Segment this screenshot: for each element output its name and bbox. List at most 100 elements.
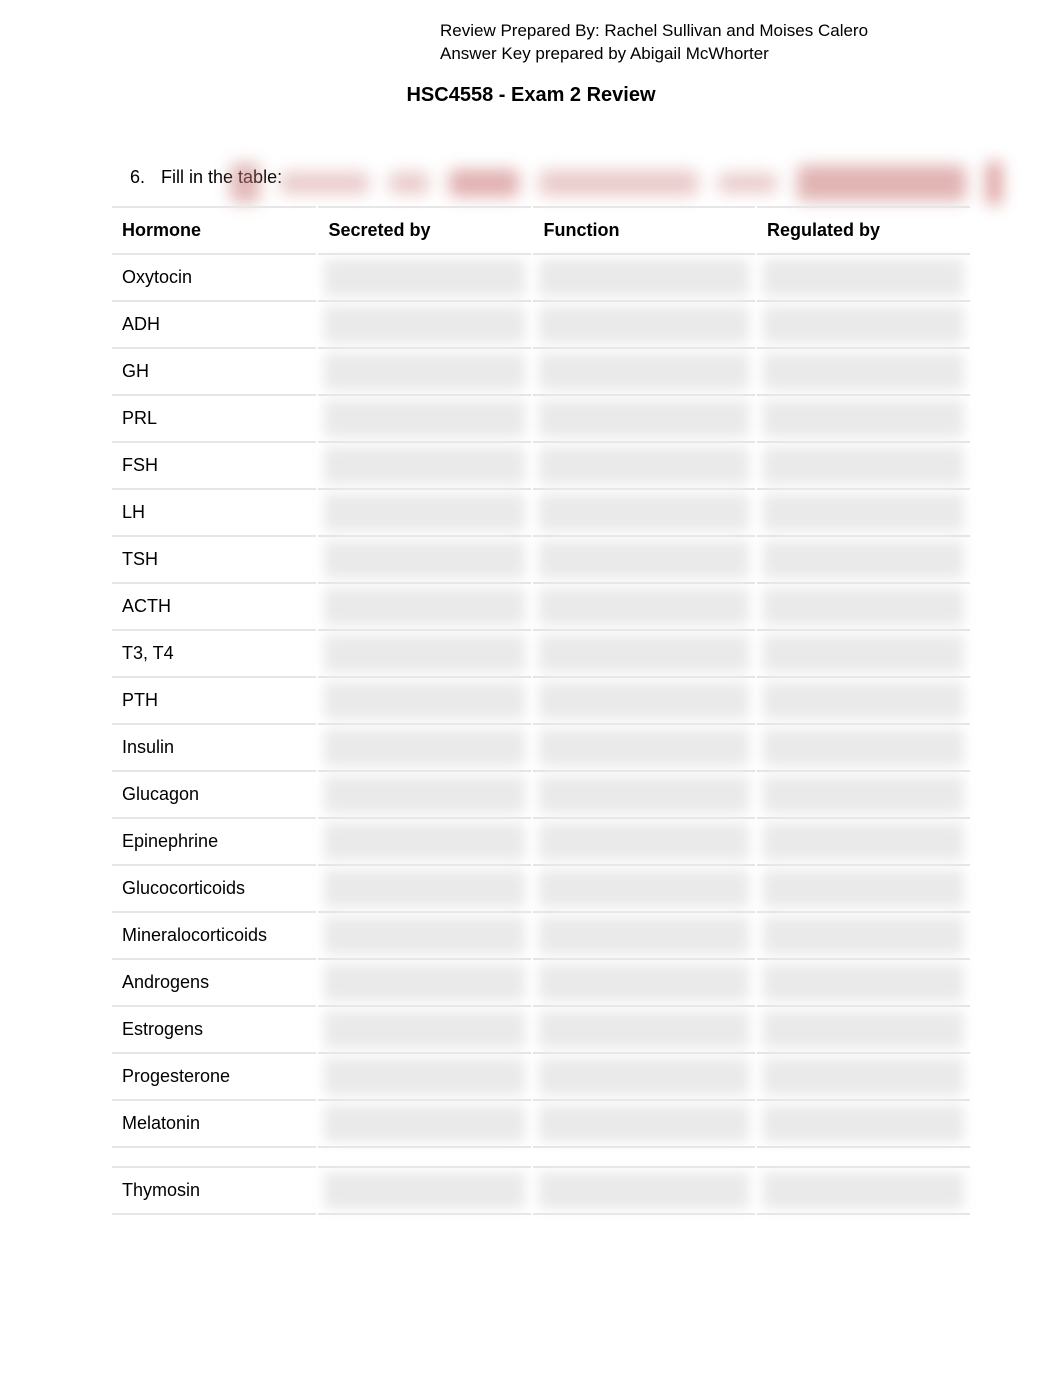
- question-number: 6.: [130, 167, 156, 188]
- hormone-cell: Melatonin: [112, 1101, 316, 1148]
- blurred-cell: [533, 255, 755, 302]
- blurred-cell: [757, 349, 970, 396]
- blurred-cell: [533, 537, 755, 584]
- hormone-cell: GH: [112, 349, 316, 396]
- blurred-cell: [533, 1101, 755, 1148]
- hormone-table: Hormone Secreted by Function Regulated b…: [110, 206, 972, 1215]
- blurred-cell: [757, 584, 970, 631]
- blurred-cell: [533, 349, 755, 396]
- col-regulated-by: Regulated by: [757, 206, 970, 255]
- blurred-cell: [757, 1007, 970, 1054]
- table-row: Mineralocorticoids: [112, 913, 970, 960]
- blurred-cell: [318, 725, 531, 772]
- table-row: T3, T4: [112, 631, 970, 678]
- table-row: Thymosin: [112, 1166, 970, 1215]
- blurred-cell: [757, 1101, 970, 1148]
- blurred-cell: [533, 819, 755, 866]
- blurred-cell: [533, 631, 755, 678]
- blurred-cell: [318, 396, 531, 443]
- hormone-table-wrap: Hormone Secreted by Function Regulated b…: [110, 206, 972, 1215]
- blurred-cell: [533, 1166, 755, 1215]
- table-row: LH: [112, 490, 970, 537]
- hormone-cell: Estrogens: [112, 1007, 316, 1054]
- table-row: PRL: [112, 396, 970, 443]
- table-row: Oxytocin: [112, 255, 970, 302]
- table-row: Androgens: [112, 960, 970, 1007]
- redacted-blob: [986, 161, 1002, 205]
- hormone-cell: ADH: [112, 302, 316, 349]
- hormone-cell: FSH: [112, 443, 316, 490]
- blurred-cell: [318, 678, 531, 725]
- blurred-cell: [318, 631, 531, 678]
- table-row: GH: [112, 349, 970, 396]
- col-secreted-by: Secreted by: [318, 206, 531, 255]
- blurred-cell: [318, 537, 531, 584]
- blurred-cell: [757, 819, 970, 866]
- blurred-cell: [757, 302, 970, 349]
- hormone-cell: Glucocorticoids: [112, 866, 316, 913]
- blurred-cell: [318, 913, 531, 960]
- question-text: Fill in the table:: [161, 167, 282, 187]
- table-row: Glucocorticoids: [112, 866, 970, 913]
- blurred-cell: [533, 396, 755, 443]
- hormone-cell: Progesterone: [112, 1054, 316, 1101]
- table-row: ACTH: [112, 584, 970, 631]
- blurred-cell: [533, 772, 755, 819]
- table-row: Epinephrine: [112, 819, 970, 866]
- blurred-cell: [533, 1007, 755, 1054]
- blurred-cell: [318, 1054, 531, 1101]
- blurred-cell: [533, 960, 755, 1007]
- blurred-cell: [533, 1054, 755, 1101]
- blurred-cell: [757, 678, 970, 725]
- blurred-cell: [757, 1166, 970, 1215]
- table-row: Estrogens: [112, 1007, 970, 1054]
- blurred-cell: [757, 725, 970, 772]
- blurred-cell: [533, 302, 755, 349]
- blurred-cell: [533, 443, 755, 490]
- blurred-cell: [757, 396, 970, 443]
- meta-line-2: Answer Key prepared by Abigail McWhorter: [440, 43, 982, 66]
- blurred-cell: [757, 537, 970, 584]
- hormone-cell: Glucagon: [112, 772, 316, 819]
- hormone-cell: LH: [112, 490, 316, 537]
- table-header-row: Hormone Secreted by Function Regulated b…: [112, 206, 970, 255]
- blurred-cell: [318, 772, 531, 819]
- hormone-cell: ACTH: [112, 584, 316, 631]
- table-row: FSH: [112, 443, 970, 490]
- table-row: ADH: [112, 302, 970, 349]
- blurred-cell: [318, 1166, 531, 1215]
- table-row: Insulin: [112, 725, 970, 772]
- hormone-cell: Thymosin: [112, 1166, 316, 1215]
- blurred-cell: [533, 866, 755, 913]
- table-row: TSH: [112, 537, 970, 584]
- blurred-cell: [318, 819, 531, 866]
- hormone-cell: TSH: [112, 537, 316, 584]
- table-row: Progesterone: [112, 1054, 970, 1101]
- blurred-cell: [318, 490, 531, 537]
- blurred-cell: [533, 584, 755, 631]
- blurred-cell: [318, 1007, 531, 1054]
- blurred-cell: [318, 584, 531, 631]
- hormone-cell: PRL: [112, 396, 316, 443]
- hormone-cell: PTH: [112, 678, 316, 725]
- question-6: 6. Fill in the table:: [130, 167, 982, 188]
- blurred-cell: [318, 960, 531, 1007]
- blurred-cell: [533, 725, 755, 772]
- blurred-cell: [533, 678, 755, 725]
- page-title: HSC4558 - Exam 2 Review: [80, 84, 982, 107]
- col-function: Function: [533, 206, 755, 255]
- hormone-cell: T3, T4: [112, 631, 316, 678]
- blurred-cell: [757, 443, 970, 490]
- blurred-cell: [757, 490, 970, 537]
- hormone-cell: Epinephrine: [112, 819, 316, 866]
- meta-line-1: Review Prepared By: Rachel Sullivan and …: [440, 20, 982, 43]
- blurred-cell: [757, 255, 970, 302]
- blurred-cell: [757, 866, 970, 913]
- blurred-cell: [318, 302, 531, 349]
- blurred-cell: [318, 866, 531, 913]
- hormone-cell: Oxytocin: [112, 255, 316, 302]
- blurred-cell: [757, 631, 970, 678]
- hormone-cell: Insulin: [112, 725, 316, 772]
- blurred-cell: [318, 1101, 531, 1148]
- col-hormone: Hormone: [112, 206, 316, 255]
